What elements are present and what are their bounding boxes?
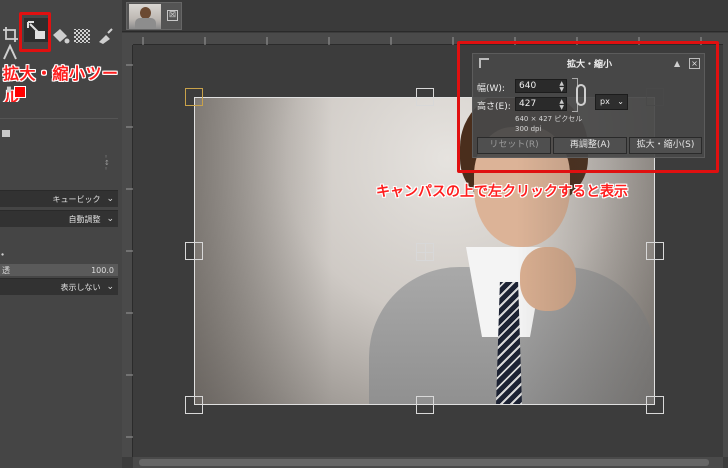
handle-top-center[interactable] [416,88,434,106]
reset-colors-icon[interactable]: ▗ [3,82,11,93]
option-stepper-icon[interactable]: ◦ ↕ ◦ [104,154,110,173]
guides-value: 表示しない [60,282,101,292]
scrollbar-thumb[interactable] [139,459,709,466]
foreground-color-swatch[interactable] [14,86,26,98]
horizontal-scrollbar[interactable] [133,457,723,468]
thumbnail-body [135,18,156,29]
scale-tool-highlight-frame [19,12,51,52]
transform-layer-icon[interactable] [2,130,10,137]
opacity-label: 透 [2,265,10,275]
handle-middle-left[interactable] [185,242,203,260]
ruler-corner[interactable] [122,33,133,45]
tool-callout: 拡大・縮小ツール [3,64,119,107]
vertical-ruler[interactable] [122,45,133,457]
smudge-icon[interactable] [95,26,117,48]
dialog-highlight-frame [457,41,719,173]
options-divider [0,118,118,119]
image-thumbnail [129,4,161,29]
handle-top-left[interactable] [185,88,203,106]
opacity-value: 100.0 [91,265,114,275]
tool-options-panel: ◦ ↕ ◦ キュービック ⌄ 自動調整 ⌄ ∙ 透 100.0 表示しない ⌄ [0,102,122,468]
vertical-scrollbar[interactable] [723,33,728,457]
option-label: ∙ [0,250,6,259]
guides-select[interactable]: 表示しない ⌄ [0,278,118,295]
handle-bottom-center[interactable] [416,396,434,414]
canvas-callout: キャンパスの上で左クリックすると表示 [376,184,628,200]
interpolation-select[interactable]: キュービック ⌄ [0,190,118,207]
interpolation-value: キュービック [52,194,101,204]
handle-bottom-right[interactable] [646,396,664,414]
handle-middle-right[interactable] [646,242,664,260]
handle-bottom-left[interactable] [185,396,203,414]
image-tab-strip: ⊠ [122,0,728,32]
chevron-down-icon: ⌄ [106,214,114,224]
clipping-value: 自動調整 [68,214,101,224]
clipping-select[interactable]: 自動調整 ⌄ [0,210,118,227]
image-tab[interactable]: ⊠ [126,2,182,30]
pivot-handle[interactable] [416,243,434,261]
bucket-fill-icon[interactable] [50,26,72,48]
chevron-down-icon: ⌄ [106,282,114,292]
close-icon[interactable]: ⊠ [167,10,178,21]
gradient-icon[interactable] [72,26,94,48]
chevron-down-icon: ⌄ [106,194,114,204]
opacity-slider[interactable]: 透 100.0 [0,264,118,276]
toolbox: 拡大・縮小ツール ▗ ◦ ↕ ◦ キュービック ⌄ 自動調整 ⌄ ∙ 透 100.0… [0,0,122,468]
